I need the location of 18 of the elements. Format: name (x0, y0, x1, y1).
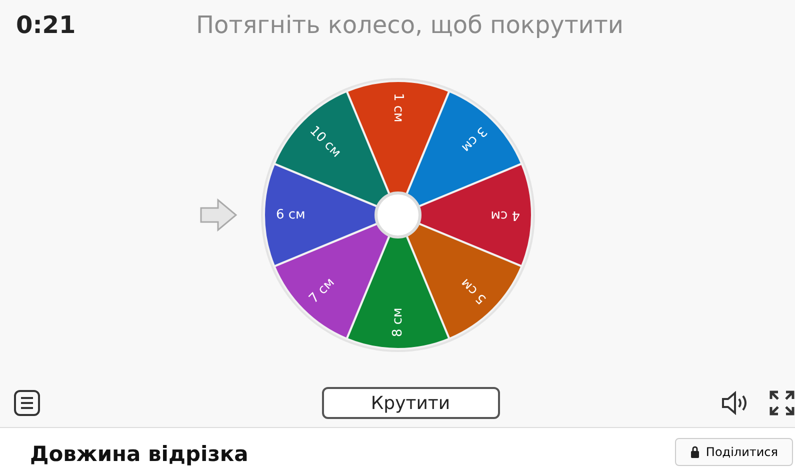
wheel-hub (374, 191, 421, 238)
segment-label: 7 см (306, 274, 338, 306)
segment-label: 1 см (390, 92, 405, 122)
segment-label: 3 см (458, 122, 490, 154)
segment-label: 4 см (490, 207, 520, 222)
segment-label: 8 см (390, 307, 405, 336)
share-button[interactable]: Поділитися (674, 438, 793, 466)
timer: 0:21 (16, 11, 77, 39)
activity-title: Довжина відрізка (30, 442, 248, 466)
menu-button[interactable] (14, 390, 40, 416)
pointer-arrow-icon (200, 198, 238, 232)
instruction-text: Потягніть колесо, щоб покрутити (196, 11, 624, 39)
segment-label: 10 см (306, 122, 344, 160)
segment-label: 5 см (458, 274, 490, 306)
segment-label: 6 см (276, 207, 305, 222)
lock-icon (690, 446, 700, 458)
fullscreen-button[interactable] (769, 390, 795, 416)
spin-button[interactable]: Крутити (322, 387, 500, 419)
